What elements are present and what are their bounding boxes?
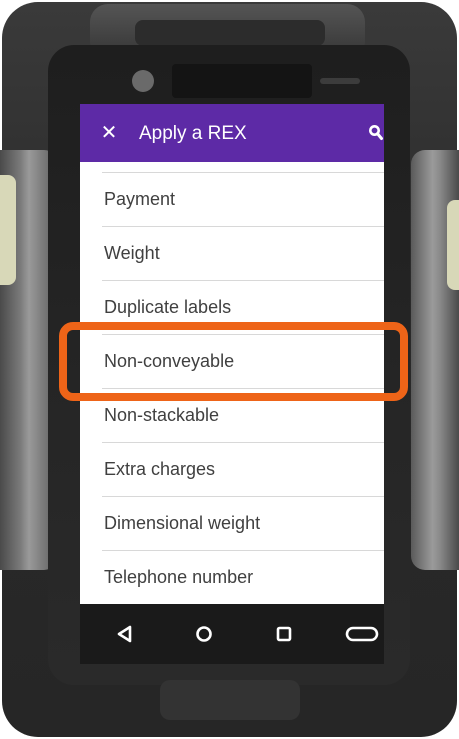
highlight-box — [59, 322, 408, 401]
navigation-bar — [80, 604, 384, 664]
home-button[interactable] — [188, 618, 220, 650]
device-right-strap — [447, 200, 459, 290]
list-item-dimensional-weight[interactable]: Dimensional weight — [102, 496, 384, 550]
list-item-label: Weight — [104, 243, 160, 263]
list-item-label: Duplicate labels — [104, 297, 232, 317]
recent-apps-icon — [276, 626, 292, 642]
front-camera — [132, 70, 154, 92]
list-item-label: Extra charges — [104, 459, 216, 479]
search-icon — [369, 125, 383, 140]
scan-trigger-button[interactable] — [342, 618, 382, 650]
proximity-sensor — [172, 64, 312, 98]
scan-trigger-icon — [345, 626, 379, 642]
device-left-strap — [0, 175, 16, 285]
close-icon: ✕ — [100, 122, 118, 144]
device-top-bumper-inset — [135, 20, 325, 46]
home-icon — [196, 626, 212, 642]
speaker-grille — [320, 78, 360, 84]
recent-apps-button[interactable] — [268, 618, 300, 650]
app-bar: ✕ Apply a REX — [80, 104, 384, 162]
close-button[interactable]: ✕ — [98, 121, 120, 145]
list-item-extra-charges[interactable]: Extra charges — [102, 442, 384, 496]
back-icon — [117, 625, 132, 643]
list-item-label: Telephone number — [104, 567, 254, 587]
list-item-payment[interactable]: Payment — [102, 172, 384, 226]
list-item-label: Non-stackable — [104, 405, 220, 425]
back-button[interactable] — [108, 618, 140, 650]
search-button[interactable] — [368, 124, 384, 142]
list-item-label: Dimensional weight — [104, 513, 261, 533]
list-item-telephone-number[interactable]: Telephone number — [102, 550, 384, 604]
page-title: Apply a REX — [139, 123, 247, 144]
device-bottom-grip — [160, 680, 300, 720]
list-item-label: Payment — [104, 189, 176, 209]
list-item-weight[interactable]: Weight — [102, 226, 384, 280]
